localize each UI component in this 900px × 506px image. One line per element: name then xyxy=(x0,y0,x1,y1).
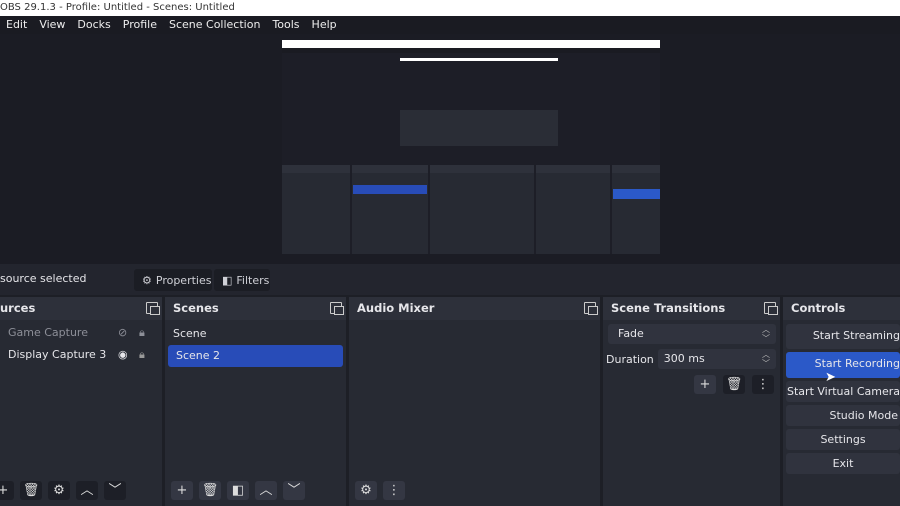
add-source-button[interactable]: + xyxy=(0,481,14,500)
audio-settings-button[interactable]: ⚙ xyxy=(355,481,377,500)
scene-item[interactable]: Scene xyxy=(165,323,346,345)
lock-icon[interactable]: 🔒︎ xyxy=(139,322,145,344)
source-properties-button[interactable]: ⚙ xyxy=(48,481,70,500)
transition-properties-button[interactable]: ⋮ xyxy=(752,375,774,394)
lock-icon[interactable]: 🔒︎ xyxy=(139,344,145,366)
dock-title: Controls xyxy=(791,301,846,315)
add-transition-button[interactable]: + xyxy=(694,375,716,394)
remove-transition-button[interactable]: 🗑︎ xyxy=(723,375,745,394)
start-virtual-camera-button[interactable]: Start Virtual Camera xyxy=(786,381,900,402)
properties-button[interactable]: ⚙ Properties xyxy=(134,269,212,291)
add-scene-button[interactable]: + xyxy=(171,481,193,500)
undock-icon[interactable] xyxy=(584,302,598,315)
scene-transitions-dock: Scene Transitions Fade ︿ ﹀ Duration 300 ms… xyxy=(603,297,780,506)
dock-title: urces xyxy=(0,301,36,315)
chevron-updown-icon: ︿ ﹀ xyxy=(762,325,770,343)
studio-mode-button[interactable]: Studio Mode xyxy=(786,405,900,426)
scenes-dock: Scenes Scene Scene 2 + 🗑︎ ◧ ︿ ﹀ xyxy=(165,297,346,506)
sources-dock: urces Game Capture ⊘ 🔒︎ Display Capture 3 ◉… xyxy=(0,297,162,506)
menu-tools[interactable]: Tools xyxy=(266,16,305,34)
preview-image xyxy=(282,40,660,254)
move-up-button[interactable]: ︿ xyxy=(76,481,98,500)
undock-icon[interactable] xyxy=(330,302,344,315)
move-up-button[interactable]: ︿ xyxy=(255,481,277,500)
eye-hidden-icon[interactable]: ⊘ xyxy=(118,322,127,344)
move-down-button[interactable]: ﹀ xyxy=(283,481,305,500)
menu-help[interactable]: Help xyxy=(306,16,343,34)
menu-view[interactable]: View xyxy=(33,16,71,34)
menu-edit[interactable]: Edit xyxy=(0,16,33,34)
source-item[interactable]: Game Capture ⊘ 🔒︎ xyxy=(0,322,162,344)
duration-input[interactable]: 300 ms ︿ ﹀ xyxy=(657,349,776,369)
duration-label: Duration xyxy=(606,352,654,366)
no-source-label: source selected xyxy=(0,272,87,285)
start-recording-button[interactable]: Start Recording xyxy=(786,352,900,378)
preview-area[interactable] xyxy=(0,34,900,264)
remove-source-button[interactable]: 🗑︎ xyxy=(20,481,42,500)
move-down-button[interactable]: ﹀ xyxy=(104,481,126,500)
undock-icon[interactable] xyxy=(764,302,778,315)
window-title: OBS 29.1.3 - Profile: Untitled - Scenes:… xyxy=(0,0,900,16)
menu-bar: Edit View Docks Profile Scene Collection… xyxy=(0,16,900,34)
remove-scene-button[interactable]: 🗑︎ xyxy=(199,481,221,500)
transition-select[interactable]: Fade ︿ ﹀ xyxy=(608,324,776,344)
undock-icon[interactable] xyxy=(146,302,160,315)
menu-docks[interactable]: Docks xyxy=(71,16,116,34)
source-toolbar: source selected ⚙ Properties ◧ Filters xyxy=(0,264,900,295)
eye-icon[interactable]: ◉ xyxy=(118,344,128,366)
filters-button[interactable]: ◧ Filters xyxy=(214,269,270,291)
scene-item-selected[interactable]: Scene 2 xyxy=(168,345,343,367)
mouse-cursor-icon: ➤ xyxy=(825,370,836,385)
spinner-icon[interactable]: ︿ ﹀ xyxy=(762,350,770,368)
start-streaming-button[interactable]: Start Streaming xyxy=(786,324,900,349)
dock-title: Audio Mixer xyxy=(357,301,435,315)
controls-dock: Controls Start Streaming Start Recording… xyxy=(783,297,900,506)
source-item[interactable]: Display Capture 3 ◉ 🔒︎ xyxy=(0,344,162,366)
scene-filters-button[interactable]: ◧ xyxy=(227,481,249,500)
exit-button[interactable]: Exit xyxy=(786,453,900,474)
filter-icon: ◧ xyxy=(222,273,233,287)
menu-profile[interactable]: Profile xyxy=(117,16,163,34)
more-options-button[interactable]: ⋮ xyxy=(383,481,405,500)
gear-icon: ⚙ xyxy=(142,273,152,287)
audio-mixer-dock: Audio Mixer ⚙ ⋮ xyxy=(349,297,600,506)
dock-title: Scenes xyxy=(173,301,219,315)
menu-scene-collection[interactable]: Scene Collection xyxy=(163,16,266,34)
settings-button[interactable]: Settings xyxy=(786,429,900,450)
dock-title: Scene Transitions xyxy=(611,301,726,315)
